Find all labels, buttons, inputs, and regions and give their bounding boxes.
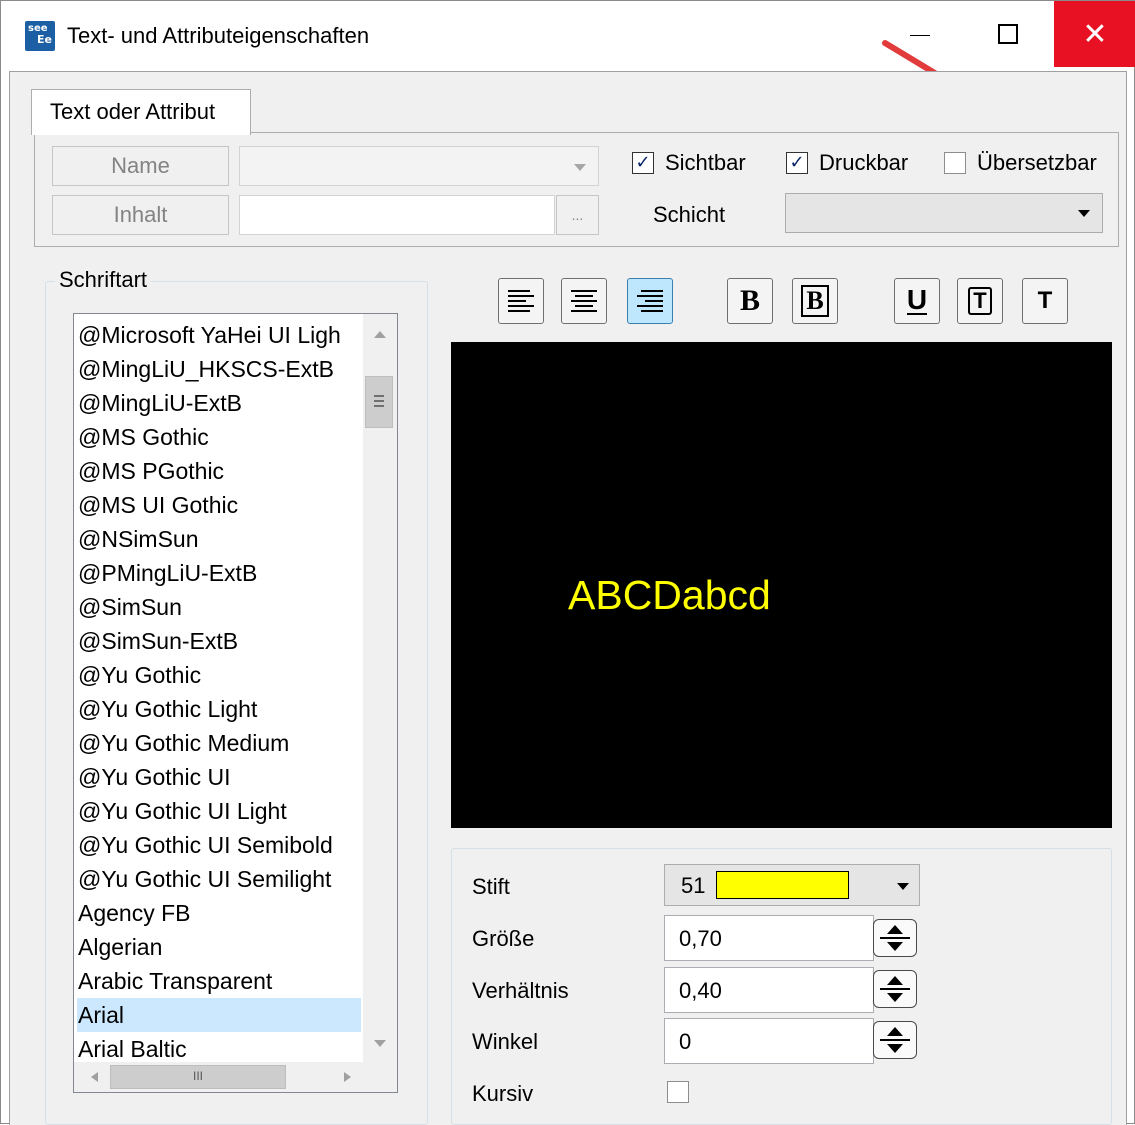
bold-icon: B (739, 284, 760, 317)
pen-combo[interactable]: 51 (664, 864, 920, 906)
scroll-down-icon[interactable] (363, 1028, 397, 1058)
list-item[interactable]: Arial (77, 998, 361, 1032)
list-item[interactable]: Arabic Transparent (77, 964, 361, 998)
bold-button[interactable]: B (727, 278, 773, 324)
list-item[interactable]: @Microsoft YaHei UI Ligh (77, 318, 361, 352)
list-item[interactable]: @Yu Gothic UI Light (77, 794, 361, 828)
framed-text-button[interactable]: T (957, 278, 1003, 324)
size-input[interactable]: 0,70 (664, 915, 874, 961)
text-preview: ABCDabcd (451, 342, 1112, 828)
align-left-button[interactable] (498, 278, 544, 324)
ratio-input[interactable]: 0,40 (664, 967, 874, 1013)
layer-combo[interactable] (785, 193, 1103, 233)
pen-value: 51 (681, 873, 706, 898)
vertical-scrollbar[interactable] (363, 314, 397, 1062)
angle-input[interactable]: 0 (664, 1018, 874, 1064)
list-item[interactable]: @MingLiU-ExtB (77, 386, 361, 420)
pen-color-swatch (716, 871, 849, 899)
chevron-down-icon (1078, 210, 1090, 217)
name-button[interactable]: Name (52, 146, 229, 186)
font-list[interactable]: @Microsoft YaHei UI Ligh @MingLiU_HKSCS-E… (73, 313, 398, 1093)
ratio-label: Verhältnis (472, 978, 569, 1003)
list-item[interactable]: @MingLiU_HKSCS-ExtB (77, 352, 361, 386)
framed-text-icon: T (968, 287, 992, 315)
underline-button[interactable]: U (894, 278, 940, 324)
list-item[interactable]: @Yu Gothic UI Semibold (77, 828, 361, 862)
list-item[interactable]: @Yu Gothic UI (77, 760, 361, 794)
size-label: Größe (472, 926, 535, 951)
chevron-down-icon (897, 883, 909, 890)
layer-label: Schicht (653, 202, 726, 227)
font-group-title: Schriftart (55, 267, 152, 293)
vertical-scroll-thumb[interactable] (365, 376, 393, 428)
italic-checkbox[interactable] (667, 1081, 689, 1103)
list-item[interactable]: @NSimSun (77, 522, 361, 556)
list-item[interactable]: @SimSun-ExtB (77, 624, 361, 658)
app-icon: see Ee (25, 21, 55, 51)
content-browse-button[interactable]: ... (556, 195, 599, 235)
close-icon: ✕ (1082, 17, 1108, 51)
dialog-window: see Ee Text- und Attributeigenschaften ✕… (0, 0, 1135, 1125)
tab-text-or-attribute[interactable]: Text oder Attribut (31, 89, 251, 135)
size-spinner[interactable] (873, 919, 917, 957)
list-item[interactable]: Algerian (77, 930, 361, 964)
visible-checkbox[interactable]: ✓ (632, 152, 654, 174)
plain-text-icon: T (1037, 287, 1053, 314)
scroll-right-icon[interactable] (332, 1062, 362, 1092)
close-button[interactable]: ✕ (1054, 1, 1135, 67)
underline-icon: U (906, 284, 928, 315)
ratio-spinner[interactable] (873, 970, 917, 1008)
printable-label: Druckbar (819, 150, 909, 175)
scroll-left-icon[interactable] (78, 1062, 108, 1092)
list-item[interactable]: @MS PGothic (77, 454, 361, 488)
list-item[interactable]: @MS Gothic (77, 420, 361, 454)
list-item[interactable]: @PMingLiU-ExtB (77, 556, 361, 590)
pen-label: Stift (472, 874, 510, 899)
align-right-button[interactable] (627, 278, 673, 324)
list-item[interactable]: @MS UI Gothic (77, 488, 361, 522)
bold-outline-button[interactable]: B (792, 278, 838, 324)
list-item[interactable]: Arial Baltic (77, 1032, 361, 1066)
app-icon-line2: Ee (37, 33, 52, 46)
angle-spinner[interactable] (873, 1021, 917, 1059)
list-item[interactable]: @Yu Gothic Light (77, 692, 361, 726)
list-item[interactable]: @Yu Gothic Medium (77, 726, 361, 760)
chevron-down-icon (574, 164, 586, 171)
list-item[interactable]: @Yu Gothic UI Semilight (77, 862, 361, 896)
printable-checkbox[interactable]: ✓ (786, 152, 808, 174)
list-item[interactable]: Agency FB (77, 896, 361, 930)
content-input[interactable] (239, 195, 555, 235)
scroll-corner (363, 1062, 397, 1092)
window-title: Text- und Attributeigenschaften (67, 23, 370, 48)
preview-sample-text: ABCDabcd (568, 572, 771, 618)
horizontal-scroll-thumb[interactable]: III (110, 1065, 286, 1089)
align-center-icon (571, 287, 597, 315)
list-item[interactable]: @Yu Gothic (77, 658, 361, 692)
translatable-checkbox[interactable] (944, 152, 966, 174)
name-combo[interactable] (239, 146, 599, 186)
translatable-label: Übersetzbar (977, 150, 1097, 175)
angle-label: Winkel (472, 1029, 539, 1054)
content-button[interactable]: Inhalt (52, 195, 229, 235)
scroll-up-icon[interactable] (363, 318, 397, 348)
align-left-icon (508, 287, 534, 315)
align-right-icon (637, 287, 663, 315)
italic-label: Kursiv (472, 1081, 534, 1106)
horizontal-scrollbar[interactable]: III (74, 1062, 364, 1092)
bold-framed-icon: B (801, 285, 829, 317)
align-center-button[interactable] (561, 278, 607, 324)
visible-label: Sichtbar (665, 150, 746, 175)
plain-text-button[interactable]: T (1022, 278, 1068, 324)
list-item[interactable]: @SimSun (77, 590, 361, 624)
